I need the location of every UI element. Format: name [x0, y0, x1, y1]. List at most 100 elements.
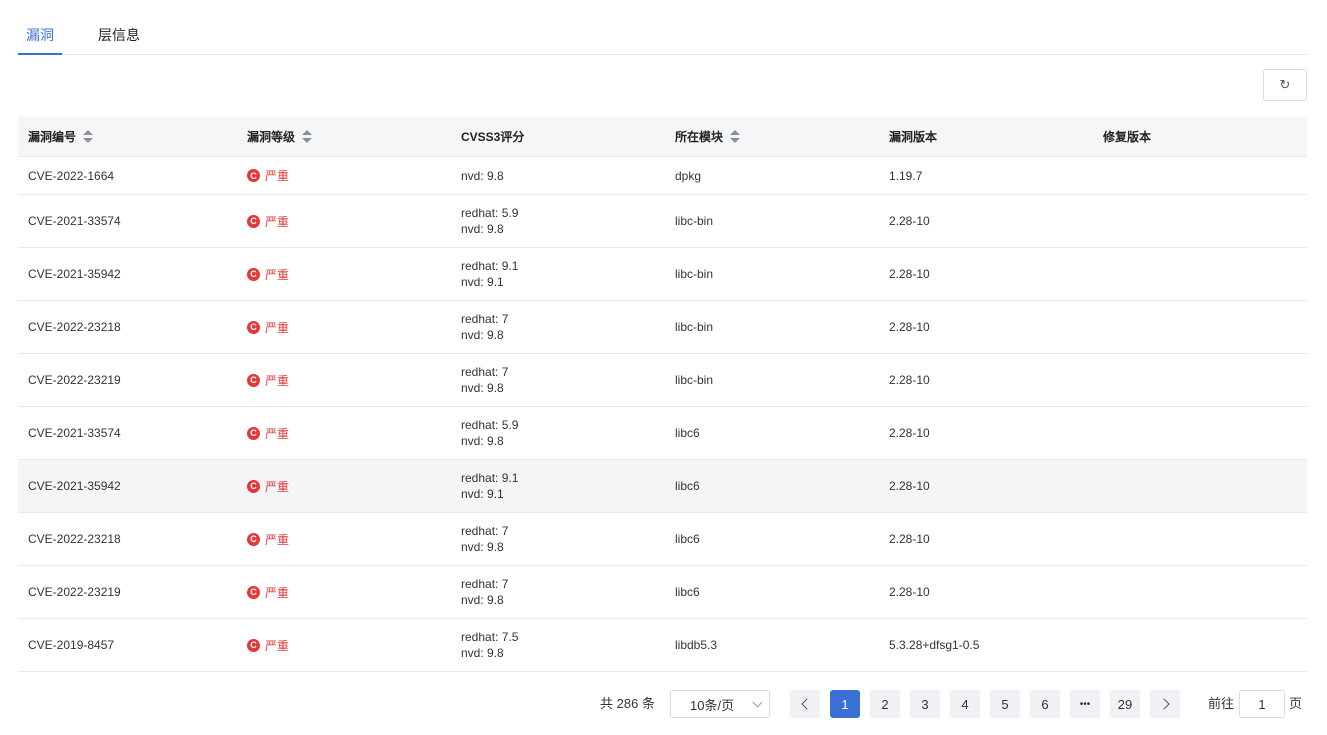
cvss-score: redhat: 9.1	[461, 259, 519, 273]
goto-page-input[interactable]	[1239, 690, 1285, 718]
critical-icon: C	[247, 373, 260, 387]
vuln-version: 5.3.28+dfsg1-0.5	[889, 638, 980, 652]
severity-badge: C 严重	[247, 266, 289, 283]
cvss-score: nvd: 9.8	[461, 593, 504, 607]
header-severity[interactable]: 漏洞等级	[237, 128, 451, 145]
critical-icon: C	[247, 267, 260, 281]
table-row[interactable]: CVE-2022-23218 C 严重 redhat: 7 nvd: 9.8 libc6 2…	[18, 513, 1307, 566]
page-button[interactable]: 3	[910, 690, 940, 718]
table-row[interactable]: CVE-2022-23218 C 严重 redhat: 7 nvd: 9.8 libc-b…	[18, 301, 1307, 354]
cvss-score: redhat: 7.5	[461, 630, 519, 644]
cve-id: CVE-2021-35942	[28, 479, 121, 493]
total-count: 共 286 条	[600, 696, 655, 711]
header-cve-id[interactable]: 漏洞编号	[18, 128, 237, 145]
table-row[interactable]: CVE-2021-35942 C 严重 redhat: 9.1 nvd: 9.1 libc…	[18, 460, 1307, 513]
module-name: libc6	[675, 426, 700, 440]
module-name: libc-bin	[675, 373, 714, 387]
severity-cell: C 严重	[237, 478, 451, 495]
cvss-cell: redhat: 9.1 nvd: 9.1	[451, 470, 665, 502]
critical-icon: C	[247, 320, 260, 334]
page-button[interactable]: 29	[1110, 690, 1140, 718]
page-size-value: 10条/页	[690, 697, 735, 713]
cvss-score: nvd: 9.8	[461, 381, 504, 395]
module-name: libc-bin	[675, 320, 714, 334]
module-name: dpkg	[675, 168, 702, 183]
table-header: 漏洞编号 漏洞等级 CVSS3评分 所在模块 漏洞版本 修复版本	[18, 117, 1307, 157]
cve-id: CVE-2019-8457	[28, 638, 115, 652]
tab-bar: 漏洞 层信息	[18, 18, 1307, 55]
cvss-score: nvd: 9.8	[461, 168, 504, 183]
cvss-cell: nvd: 9.8	[451, 168, 665, 184]
severity-badge: C 严重	[247, 319, 289, 336]
page-button[interactable]: 1	[830, 690, 860, 718]
severity-badge: C 严重	[247, 372, 289, 389]
table-row[interactable]: CVE-2021-33574 C 严重 redhat: 5.9 nvd: 9.8 libc…	[18, 407, 1307, 460]
table-row[interactable]: CVE-2019-8457 C 严重 redhat: 7.5 nvd: 9.8 libdb…	[18, 619, 1307, 672]
severity-badge: C 严重	[247, 637, 289, 654]
tab-vulnerabilities[interactable]: 漏洞	[18, 18, 62, 55]
table-row[interactable]: CVE-2021-33574 C 严重 redhat: 5.9 nvd: 9.8 libc…	[18, 195, 1307, 248]
vuln-version: 2.28-10	[889, 214, 930, 228]
severity-badge: C 严重	[247, 584, 289, 601]
tab-layer-info[interactable]: 层信息	[90, 18, 148, 54]
critical-icon: C	[247, 426, 260, 440]
cvss-cell: redhat: 7 nvd: 9.8	[451, 364, 665, 396]
critical-icon: C	[247, 479, 260, 493]
page-button[interactable]: 5	[990, 690, 1020, 718]
cvss-score: redhat: 7	[461, 577, 509, 591]
severity-cell: C 严重	[237, 167, 451, 184]
module-name: libc6	[675, 479, 700, 493]
page-button[interactable]: 6	[1030, 690, 1060, 718]
header-vuln-version: 漏洞版本	[889, 130, 938, 144]
table-body: CVE-2022-1664 C 严重 nvd: 9.8 dpkg 1.19.7 CVE-20…	[18, 157, 1307, 672]
page-size-select[interactable]: 10条/页	[670, 690, 770, 718]
critical-icon: C	[247, 214, 260, 228]
severity-cell: C 严重	[237, 425, 451, 442]
header-fix-version: 修复版本	[1103, 130, 1152, 144]
cvss-score: nvd: 9.8	[461, 222, 504, 236]
table-row[interactable]: CVE-2022-23219 C 严重 redhat: 7 nvd: 9.8 libc6 2…	[18, 566, 1307, 619]
more-pages-button[interactable]: •••	[1070, 690, 1100, 718]
severity-badge: C 严重	[247, 167, 289, 184]
severity-cell: C 严重	[237, 584, 451, 601]
table-row[interactable]: CVE-2022-23219 C 严重 redhat: 7 nvd: 9.8 libc-b…	[18, 354, 1307, 407]
cvss-score: redhat: 7	[461, 524, 509, 538]
header-module[interactable]: 所在模块	[665, 128, 879, 145]
severity-cell: C 严重	[237, 531, 451, 548]
cvss-score: redhat: 5.9	[461, 206, 519, 220]
cvss-score: nvd: 9.1	[461, 487, 504, 501]
vuln-version: 2.28-10	[889, 479, 930, 493]
vuln-version: 2.28-10	[889, 320, 930, 334]
table-row[interactable]: CVE-2021-35942 C 严重 redhat: 9.1 nvd: 9.1 libc…	[18, 248, 1307, 301]
severity-cell: C 严重	[237, 637, 451, 654]
cvss-cell: redhat: 5.9 nvd: 9.8	[451, 417, 665, 449]
cvss-score: nvd: 9.8	[461, 646, 504, 660]
chevron-right-icon	[1157, 698, 1170, 710]
critical-icon: C	[247, 169, 260, 182]
severity-badge: C 严重	[247, 531, 289, 548]
vuln-version: 2.28-10	[889, 585, 930, 599]
vuln-version: 2.28-10	[889, 532, 930, 546]
next-page-button[interactable]	[1150, 690, 1180, 718]
goto-suffix: 页	[1289, 696, 1303, 711]
sort-icon[interactable]	[83, 129, 94, 144]
refresh-button[interactable]: ↻	[1263, 69, 1307, 101]
page-button[interactable]: 4	[950, 690, 980, 718]
module-name: libc6	[675, 532, 700, 546]
severity-cell: C 严重	[237, 319, 451, 336]
prev-page-button[interactable]	[790, 690, 820, 718]
cvss-score: redhat: 7	[461, 312, 509, 326]
sort-icon[interactable]	[302, 129, 313, 144]
table-row[interactable]: CVE-2022-1664 C 严重 nvd: 9.8 dpkg 1.19.7	[18, 157, 1307, 195]
sort-icon[interactable]	[730, 129, 741, 144]
header-cvss3: CVSS3评分	[461, 130, 525, 144]
module-name: libdb5.3	[675, 638, 718, 652]
vuln-version: 2.28-10	[889, 426, 930, 440]
page-button[interactable]: 2	[870, 690, 900, 718]
cvss-cell: redhat: 9.1 nvd: 9.1	[451, 258, 665, 290]
cve-id: CVE-2022-23219	[28, 373, 121, 387]
cvss-score: redhat: 5.9	[461, 418, 519, 432]
severity-cell: C 严重	[237, 213, 451, 230]
cvss-cell: redhat: 7 nvd: 9.8	[451, 576, 665, 608]
cve-id: CVE-2022-23218	[28, 320, 121, 334]
